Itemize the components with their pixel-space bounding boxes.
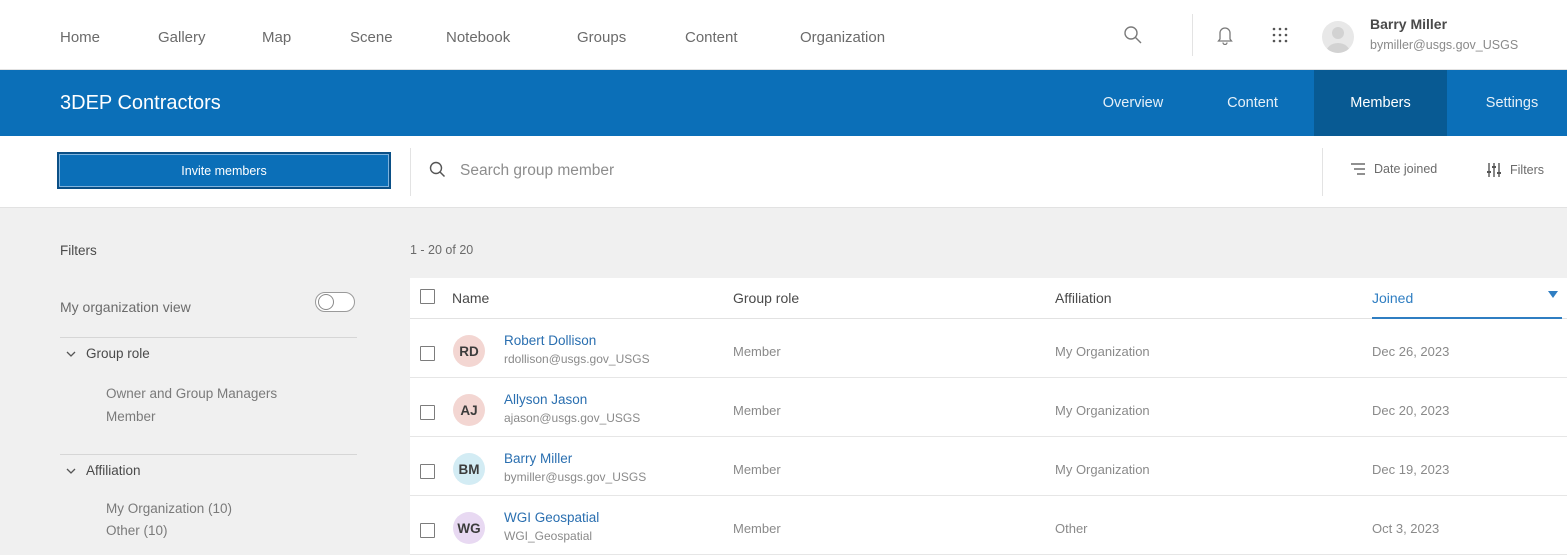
table-row: BM Barry Miller bymiller@usgs.gov_USGS M… [410, 438, 1567, 496]
apps-grid-icon [1272, 27, 1288, 43]
search-icon [428, 160, 448, 180]
active-sort-underline [1372, 317, 1562, 319]
filters-button[interactable]: Filters [1486, 162, 1544, 178]
member-avatar: WG [453, 512, 485, 544]
user-email: bymiller@usgs.gov_USGS [1370, 38, 1519, 52]
filters-title: Filters [60, 243, 97, 258]
row-checkbox[interactable] [420, 405, 435, 420]
member-joined: Dec 20, 2023 [1372, 403, 1450, 418]
notifications-button[interactable] [1210, 20, 1240, 50]
toolbar-divider [1322, 148, 1323, 196]
members-table: Name Group role Affiliation Joined RD Ro… [410, 278, 1567, 555]
user-name[interactable]: Barry Miller [1370, 16, 1447, 32]
column-group-role[interactable]: Group role [733, 290, 799, 306]
invite-members-button[interactable]: Invite members [57, 152, 391, 189]
group-header: 3DEP Contractors Overview Content Member… [0, 70, 1567, 136]
member-joined: Dec 19, 2023 [1372, 462, 1450, 477]
member-affiliation: My Organization [1055, 344, 1150, 359]
table-header: Name Group role Affiliation Joined [410, 278, 1567, 319]
column-affiliation[interactable]: Affiliation [1055, 290, 1112, 306]
column-joined[interactable]: Joined [1372, 290, 1413, 306]
bell-icon [1217, 27, 1233, 45]
filter-owner-managers[interactable]: Owner and Group Managers [106, 385, 277, 403]
group-role-section-toggle[interactable]: Group role [66, 346, 150, 361]
global-search-button[interactable] [1118, 20, 1148, 50]
member-affiliation: My Organization [1055, 403, 1150, 418]
row-checkbox[interactable] [420, 523, 435, 538]
member-name-link[interactable]: Barry Miller [504, 451, 572, 466]
member-email: bymiller@usgs.gov_USGS [504, 470, 647, 484]
group-title: 3DEP Contractors [60, 92, 221, 114]
filters-label: Filters [1510, 163, 1545, 177]
table-row: AJ Allyson Jason ajason@usgs.gov_USGS Me… [410, 379, 1567, 437]
org-view-toggle[interactable] [315, 292, 355, 312]
row-checkbox[interactable] [420, 346, 435, 361]
member-joined: Oct 3, 2023 [1372, 521, 1440, 536]
member-email: rdollison@usgs.gov_USGS [504, 352, 650, 366]
nav-map[interactable]: Map [262, 29, 291, 46]
sliders-icon [1487, 163, 1501, 177]
affiliation-label: Affiliation [86, 463, 141, 478]
sort-label: Date joined [1374, 162, 1438, 176]
member-role: Member [733, 462, 781, 477]
sort-lines-icon [1351, 163, 1365, 175]
affiliation-section-toggle[interactable]: Affiliation [66, 463, 141, 478]
table-row: RD Robert Dollison rdollison@usgs.gov_US… [410, 320, 1567, 378]
sidebar-divider [60, 337, 357, 338]
toolbar-divider [410, 148, 411, 196]
tab-content[interactable]: Content [1205, 70, 1300, 136]
filter-other[interactable]: Other (10) [106, 522, 168, 540]
chevron-down-icon [66, 468, 76, 474]
search-icon [1124, 26, 1142, 44]
nav-groups[interactable]: Groups [577, 29, 626, 46]
nav-divider [1192, 14, 1193, 56]
tab-settings[interactable]: Settings [1462, 70, 1562, 136]
member-avatar: BM [453, 453, 485, 485]
user-avatar[interactable] [1322, 21, 1354, 53]
chevron-down-icon [66, 351, 76, 357]
nav-gallery[interactable]: Gallery [158, 29, 206, 46]
filter-member[interactable]: Member [106, 408, 156, 426]
org-view-label: My organization view [60, 299, 191, 315]
nav-notebook[interactable]: Notebook [446, 29, 510, 46]
member-email: ajason@usgs.gov_USGS [504, 411, 641, 425]
nav-scene[interactable]: Scene [350, 29, 393, 46]
top-navigation: Home Gallery Map Scene Notebook Groups C… [0, 0, 1567, 70]
table-row: WG WGI Geospatial WGI_Geospatial Member … [410, 497, 1567, 555]
app-launcher-button[interactable] [1265, 20, 1295, 50]
nav-organization[interactable]: Organization [800, 29, 885, 46]
sidebar-divider [60, 454, 357, 455]
member-role: Member [733, 403, 781, 418]
member-joined: Dec 26, 2023 [1372, 344, 1450, 359]
nav-home[interactable]: Home [60, 29, 100, 46]
row-checkbox[interactable] [420, 464, 435, 479]
filter-my-organization[interactable]: My Organization (10) [106, 500, 232, 518]
group-role-label: Group role [86, 346, 150, 361]
results-count: 1 - 20 of 20 [410, 243, 474, 257]
members-toolbar: Invite members Date joined Filters [0, 136, 1567, 208]
tab-members[interactable]: Members [1314, 70, 1447, 136]
tab-overview[interactable]: Overview [1080, 70, 1186, 136]
sort-descending-icon[interactable] [1548, 291, 1558, 298]
member-name-link[interactable]: WGI Geospatial [504, 510, 599, 525]
toggle-knob [318, 294, 334, 310]
member-name-link[interactable]: Robert Dollison [504, 333, 596, 348]
select-all-checkbox[interactable] [420, 289, 435, 304]
search-group-member-input[interactable] [460, 158, 1160, 184]
member-affiliation: Other [1055, 521, 1088, 536]
member-avatar: AJ [453, 394, 485, 426]
member-email: WGI_Geospatial [504, 529, 593, 543]
user-silhouette-icon [1326, 27, 1350, 53]
member-role: Member [733, 344, 781, 359]
sort-date-joined-button[interactable]: Date joined [1350, 162, 1437, 176]
member-name-link[interactable]: Allyson Jason [504, 392, 587, 407]
nav-content[interactable]: Content [685, 29, 738, 46]
column-name[interactable]: Name [452, 290, 489, 306]
member-avatar: RD [453, 335, 485, 367]
member-role: Member [733, 521, 781, 536]
member-affiliation: My Organization [1055, 462, 1150, 477]
